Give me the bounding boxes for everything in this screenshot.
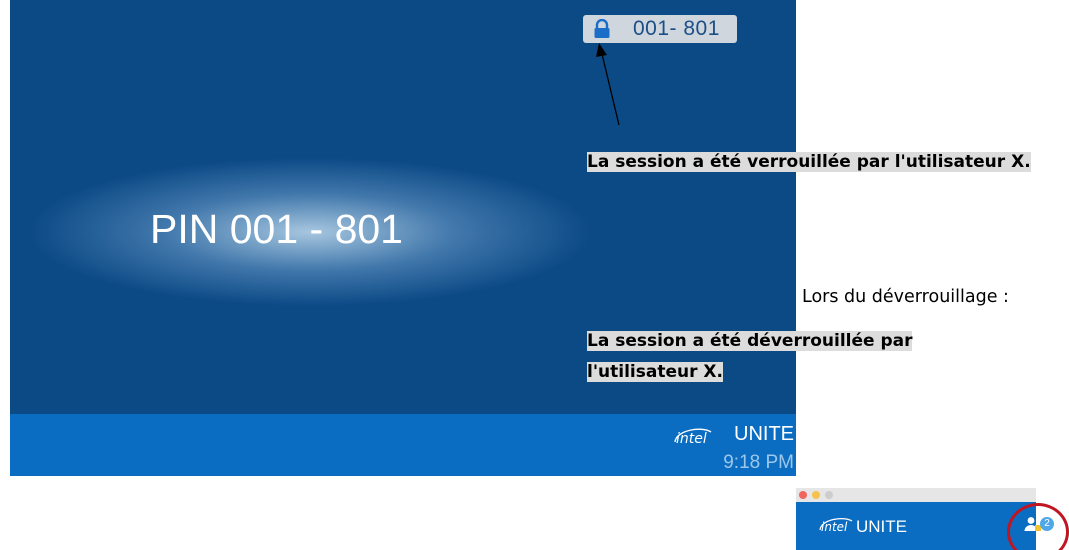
window-close-dot[interactable] (799, 491, 807, 499)
unite-screen: 001- 801 PIN 001 - 801 intel UNITE 9:18 … (10, 0, 796, 476)
mini-intel-logo-icon: intel (819, 518, 853, 534)
red-highlight-circle (1007, 503, 1069, 550)
svg-text:intel: intel (676, 431, 707, 447)
mini-unite-label: UNITE (856, 517, 907, 536)
screen-footer: intel UNITE 9:18 PM (10, 414, 796, 476)
mini-app-body: intel UNITE (796, 502, 1036, 550)
lock-pill-pin: 001- 801 (633, 17, 720, 40)
session-lock-indicator[interactable]: 001- 801 (583, 15, 737, 43)
window-zoom-dot[interactable] (825, 491, 833, 499)
unlock-label: Lors du déverrouillage : (802, 287, 1009, 307)
intel-logo-icon: intel (672, 426, 714, 448)
pin-display: PIN 001 - 801 (150, 206, 403, 252)
unite-brand-label: UNITE (734, 423, 794, 445)
locked-message: La session a été verrouillée par l'utili… (587, 152, 1031, 172)
mini-titlebar (796, 488, 1036, 502)
unlocked-message: La session a été déverrouillée par l'uti… (587, 331, 913, 382)
svg-text:intel: intel (821, 520, 848, 534)
mini-app-window: intel UNITE 2 (796, 488, 1069, 550)
lock-icon (594, 19, 610, 38)
window-minimize-dot[interactable] (812, 491, 820, 499)
clock: 9:18 PM (723, 452, 794, 473)
